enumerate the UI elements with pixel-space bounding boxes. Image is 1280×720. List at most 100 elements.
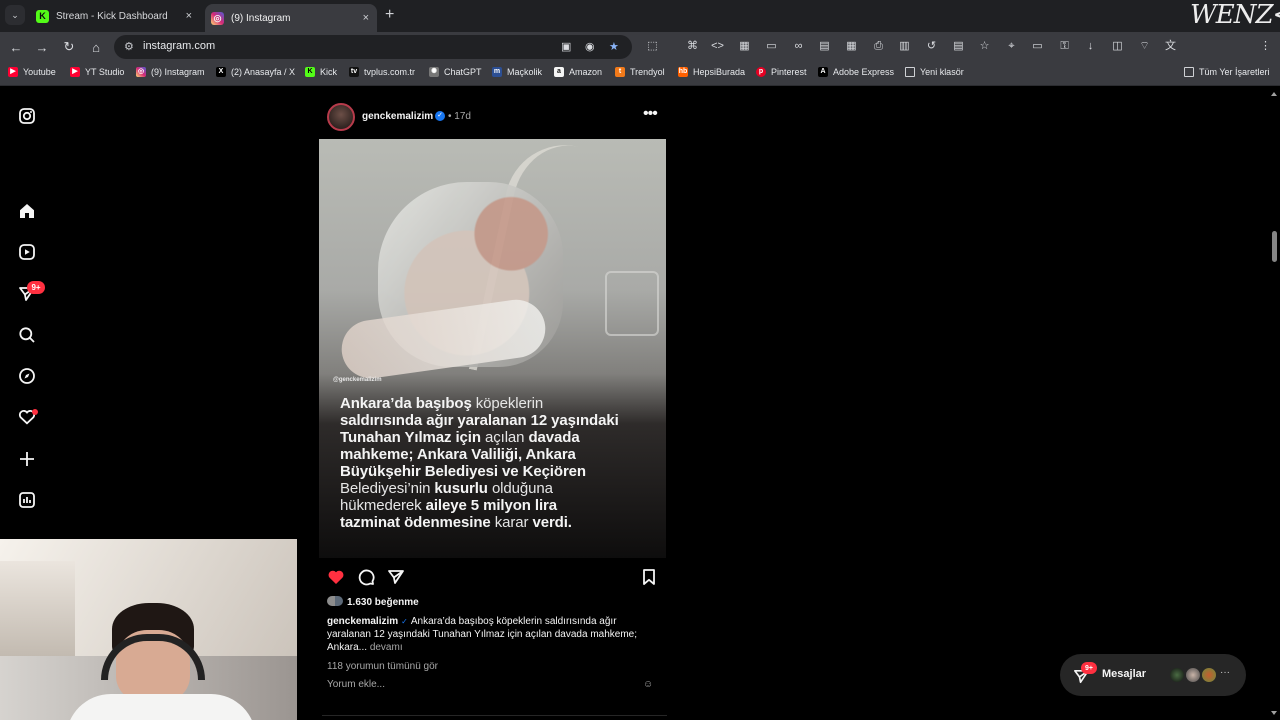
scroll-down-icon[interactable] bbox=[1271, 711, 1277, 715]
emoji-icon[interactable]: ☺ bbox=[643, 679, 653, 690]
table-icon[interactable]: ▦ bbox=[738, 40, 751, 53]
overlay-caption-segment: Ankara’da başıboş bbox=[340, 395, 476, 412]
overlay-caption-segment: saldırısında ağır yaralanan 12 yaşındaki bbox=[340, 412, 619, 429]
overlay-caption-segment: Büyükşehir Belediyesi ve Keçiören bbox=[340, 463, 586, 480]
url-text[interactable]: instagram.com bbox=[143, 40, 215, 52]
bookmarks-bar: ▶ Youtube ▶ YT Studio ◎ (9) Instagram X (2) … bbox=[0, 62, 1280, 86]
home-button[interactable]: ⌂ bbox=[88, 39, 104, 55]
bookmark-star-icon[interactable]: ★ bbox=[609, 40, 619, 53]
bookmark-amazon[interactable]: a Amazon bbox=[554, 67, 602, 77]
bookmark-yt-studio[interactable]: ▶ YT Studio bbox=[70, 67, 124, 77]
history-icon[interactable]: ↺ bbox=[925, 40, 938, 53]
all-bookmarks[interactable]: Tüm Yer İşaretleri bbox=[1184, 67, 1270, 77]
bookmark-youtube[interactable]: ▶ Youtube bbox=[8, 67, 56, 77]
bookmark-mackolik[interactable]: m Maçkolik bbox=[492, 67, 542, 77]
address-bar[interactable]: ⚙ instagram.com ▣ ◉ ★ bbox=[114, 35, 632, 59]
folder-icon bbox=[905, 67, 915, 77]
home-icon[interactable] bbox=[18, 202, 36, 220]
tab-search-button[interactable]: ⌄ bbox=[5, 5, 25, 25]
overlay-caption-segment: kusurlu bbox=[434, 480, 492, 497]
save-bookmark-icon[interactable] bbox=[640, 568, 658, 586]
forward-button[interactable]: → bbox=[34, 39, 50, 55]
menu-icon[interactable]: ⋮ bbox=[1259, 40, 1272, 53]
webcam-background-wall bbox=[0, 561, 75, 657]
caption-more-link[interactable]: devamı bbox=[370, 642, 403, 653]
trash-icon[interactable]: ▥ bbox=[898, 40, 911, 53]
bookmark-hepsiburada[interactable]: hb HepsiBurada bbox=[678, 67, 745, 77]
cast-icon[interactable]: ▭ bbox=[765, 40, 778, 53]
reload-button[interactable]: ↻ bbox=[61, 39, 77, 55]
favorites-icon[interactable]: ☆ bbox=[978, 40, 991, 53]
browser-tabstrip: ⌄ K Stream - Kick Dashboard × ◎ (9) Inst… bbox=[0, 0, 1280, 32]
card-icon[interactable]: ▭ bbox=[1031, 40, 1044, 53]
install-icon[interactable]: ▣ bbox=[561, 40, 571, 53]
kick-icon: K bbox=[305, 67, 315, 77]
caption-username[interactable]: genckemalizim bbox=[327, 616, 398, 627]
site-settings-icon[interactable]: ⚙ bbox=[124, 40, 134, 53]
bookmark-instagram[interactable]: ◎ (9) Instagram bbox=[136, 67, 205, 77]
bedside-equipment bbox=[605, 271, 659, 336]
new-tab-button[interactable]: + bbox=[385, 6, 394, 24]
scroll-up-icon[interactable] bbox=[1271, 92, 1277, 96]
reader-icon[interactable]: ⌘ bbox=[686, 40, 699, 53]
post-author-avatar[interactable] bbox=[327, 103, 355, 131]
scrollbar-thumb[interactable] bbox=[1272, 231, 1277, 262]
translate-icon[interactable]: 文 bbox=[1164, 40, 1177, 53]
tab-kick-dashboard[interactable]: K Stream - Kick Dashboard × bbox=[30, 4, 200, 28]
code-icon[interactable]: <> bbox=[711, 40, 724, 53]
bookmark-kick[interactable]: K Kick bbox=[305, 67, 337, 77]
add-comment-input[interactable]: Yorum ekle... bbox=[327, 679, 385, 690]
tab-instagram[interactable]: ◎ (9) Instagram × bbox=[205, 4, 377, 32]
overlay-caption-segment: davada bbox=[528, 429, 580, 446]
view-all-comments-link[interactable]: 118 yorumun tümünü gör bbox=[327, 661, 438, 672]
close-tab-icon[interactable]: × bbox=[186, 10, 192, 22]
link-icon[interactable]: ∞ bbox=[792, 40, 805, 53]
key-icon[interactable]: ⚿ bbox=[1058, 40, 1071, 53]
overlay-caption-line: Ankara’da başıboş köpeklerin bbox=[340, 395, 655, 412]
sidepanel-icon[interactable]: ▤ bbox=[818, 40, 831, 53]
media-overlay-caption: Ankara’da başıboş köpeklerin saldırısında… bbox=[340, 395, 655, 531]
messages-badge: 9+ bbox=[1081, 662, 1097, 674]
location-icon[interactable]: ⌖ bbox=[1005, 40, 1018, 53]
messages-launcher[interactable]: 9+ Mesajlar ··· bbox=[1060, 654, 1246, 696]
cast-screen-icon[interactable]: ⌔ bbox=[1138, 40, 1151, 53]
apps-icon[interactable]: ▦ bbox=[845, 40, 858, 53]
x-icon: X bbox=[216, 67, 226, 77]
create-icon[interactable] bbox=[18, 450, 36, 468]
liked-heart-icon[interactable] bbox=[327, 568, 345, 586]
bookmark-tvplus[interactable]: tv tvplus.com.tr bbox=[349, 67, 415, 77]
post-more-options-icon[interactable]: ••• bbox=[643, 105, 658, 123]
extensions-icon[interactable]: ⬚ bbox=[646, 40, 659, 53]
instagram-logo-icon[interactable] bbox=[18, 107, 36, 125]
bookmark-pinterest[interactable]: p Pinterest bbox=[756, 67, 807, 77]
screenshot-icon[interactable]: ◫ bbox=[1111, 40, 1124, 53]
download-icon[interactable]: ↓ bbox=[1084, 40, 1097, 53]
bookmark-x[interactable]: X (2) Anasayfa / X bbox=[216, 67, 295, 77]
back-button[interactable]: ← bbox=[8, 39, 24, 55]
notes-icon[interactable]: ▤ bbox=[952, 40, 965, 53]
post-media[interactable]: @genckemalizim Ankara’da başıboş köpekle… bbox=[319, 139, 666, 558]
search-icon[interactable] bbox=[18, 326, 36, 344]
post-author-username[interactable]: genckemalizim bbox=[362, 111, 433, 122]
trendyol-icon: t bbox=[615, 67, 625, 77]
page-scrollbar[interactable] bbox=[1268, 86, 1280, 720]
explore-icon[interactable] bbox=[18, 367, 36, 385]
print-icon[interactable]: ⎙ bbox=[872, 40, 885, 53]
liker-avatars bbox=[327, 596, 343, 606]
overlay-caption-segment: Tunahan Yılmaz için bbox=[340, 429, 485, 446]
likes-count[interactable]: 1.630 beğenme bbox=[327, 596, 419, 608]
bookmark-trendyol[interactable]: t Trendyol bbox=[615, 67, 665, 77]
folder-icon bbox=[1184, 67, 1194, 77]
bookmark-chatgpt[interactable]: ✺ ChatGPT bbox=[429, 67, 482, 77]
post-caption: genckemalizim ✓ Ankara’da başıboş köpekler… bbox=[327, 616, 638, 653]
share-icon[interactable] bbox=[387, 568, 405, 586]
close-tab-icon[interactable]: × bbox=[363, 12, 369, 24]
reels-icon[interactable] bbox=[18, 243, 36, 261]
tab-title: (9) Instagram bbox=[231, 12, 291, 24]
overlay-caption-line: Tunahan Yılmaz için açılan davada bbox=[340, 429, 655, 446]
bookmark-adobe-express[interactable]: A Adobe Express bbox=[818, 67, 894, 77]
bookmark-folder[interactable]: Yeni klasör bbox=[905, 67, 964, 77]
comment-icon[interactable] bbox=[357, 568, 375, 586]
hide-icon[interactable]: ◉ bbox=[585, 40, 595, 53]
dashboard-icon[interactable] bbox=[18, 491, 36, 509]
